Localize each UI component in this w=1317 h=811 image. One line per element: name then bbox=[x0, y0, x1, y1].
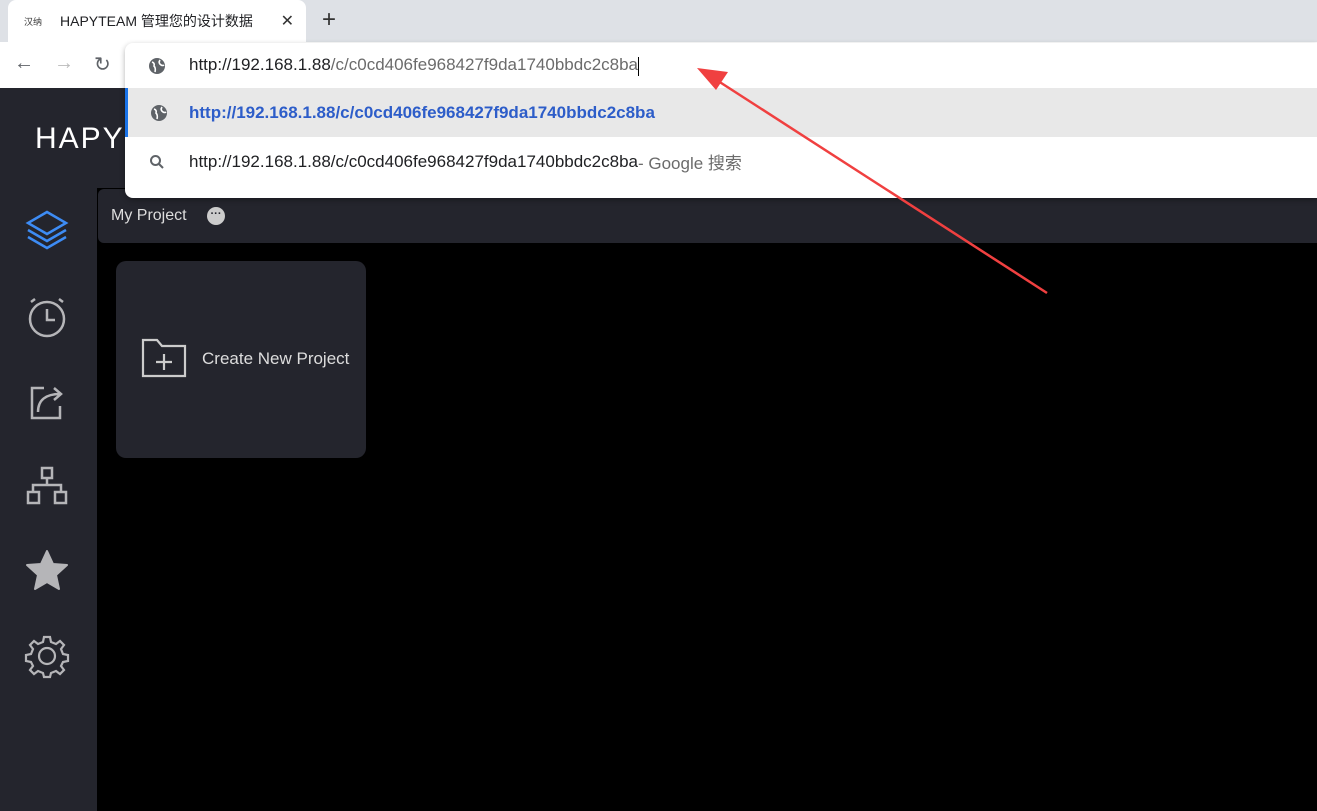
create-project-card[interactable]: Create New Project bbox=[116, 261, 366, 458]
more-options-icon[interactable]: ··· bbox=[207, 207, 225, 225]
back-icon[interactable]: ← bbox=[14, 52, 34, 75]
tab-title: HAPYTEAM 管理您的设计数据 bbox=[60, 13, 253, 29]
alarm-clock-icon[interactable] bbox=[24, 294, 70, 340]
globe-icon bbox=[149, 57, 165, 74]
hierarchy-icon[interactable] bbox=[24, 464, 70, 510]
brand-logo: HAPY bbox=[35, 122, 125, 155]
folder-add-icon bbox=[141, 338, 187, 378]
reload-icon[interactable]: ↻ bbox=[94, 52, 111, 77]
create-project-label: Create New Project bbox=[202, 349, 350, 368]
gear-icon[interactable] bbox=[24, 633, 70, 679]
search-icon bbox=[150, 154, 164, 169]
star-icon[interactable] bbox=[24, 548, 70, 594]
sidebar bbox=[0, 188, 97, 811]
suggestion-item[interactable]: http://192.168.1.88/c/c0cd406fe968427f9d… bbox=[125, 137, 1317, 186]
omnibox-dropdown: http://192.168.1.88/c/c0cd406fe968427f9d… bbox=[125, 43, 1317, 198]
suggestion-item[interactable]: http://192.168.1.88/c/c0cd406fe968427f9d… bbox=[125, 88, 1317, 137]
forward-icon[interactable]: → bbox=[54, 52, 74, 75]
tab-strip: 汉纳 HAPYTEAM 管理您的设计数据 ✕ + bbox=[0, 0, 1317, 42]
layers-icon[interactable] bbox=[24, 208, 70, 254]
globe-icon bbox=[150, 104, 167, 121]
project-title: My Project bbox=[111, 207, 187, 224]
favicon: 汉纳 bbox=[24, 16, 43, 27]
browser-tab[interactable]: 汉纳 HAPYTEAM 管理您的设计数据 ✕ bbox=[8, 0, 306, 42]
text-caret bbox=[638, 56, 640, 76]
share-icon[interactable] bbox=[24, 378, 70, 424]
close-tab-icon[interactable]: ✕ bbox=[281, 11, 294, 31]
address-input[interactable]: http://192.168.1.88/c/c0cd406fe968427f9d… bbox=[125, 43, 1317, 88]
new-tab-icon[interactable]: + bbox=[322, 6, 336, 34]
